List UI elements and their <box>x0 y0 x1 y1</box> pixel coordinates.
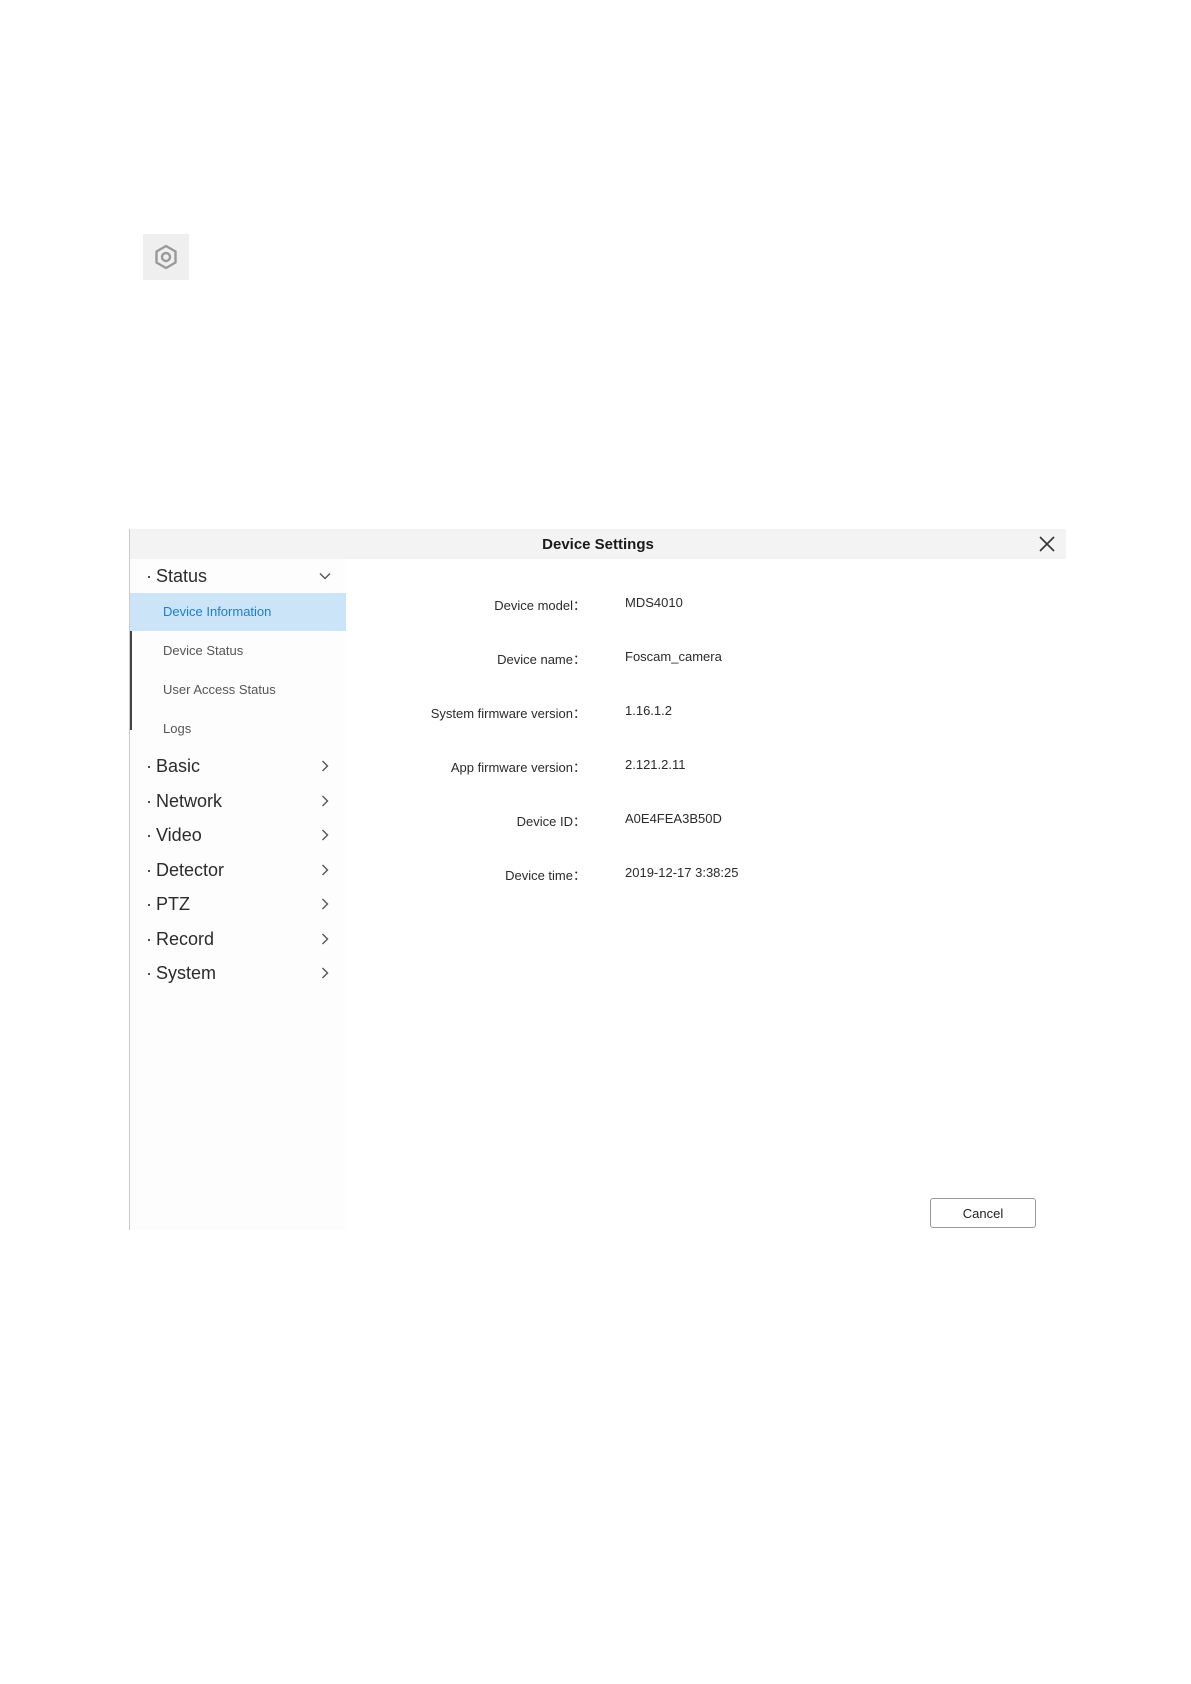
bullet: · <box>146 791 152 811</box>
sidebar-group-label: Video <box>156 825 202 845</box>
close-icon <box>1039 536 1055 552</box>
sidebar-group-network[interactable]: · Network <box>130 786 346 816</box>
bullet: · <box>146 566 152 586</box>
system-firmware-version-label: System firmware version： <box>430 706 586 721</box>
sidebar-item-label: User Access Status <box>163 682 276 697</box>
bullet: · <box>146 894 152 914</box>
sidebar-item-label: Logs <box>163 721 192 736</box>
bullet: · <box>146 963 152 983</box>
sidebar-group-record[interactable]: · Record <box>130 924 346 954</box>
sidebar-group-ptz[interactable]: · PTZ <box>130 889 346 919</box>
close-button[interactable] <box>1038 535 1056 553</box>
sidebar-group-label: Detector <box>156 860 225 880</box>
app-firmware-version-label: App firmware version： <box>450 760 586 775</box>
device-model-value: MDS4010 <box>625 595 683 610</box>
gear-icon <box>155 244 177 270</box>
sidebar-group-label: PTZ <box>156 894 190 914</box>
device-settings-dialog: Device Settings · Status Device Informat… <box>129 529 1066 1230</box>
chevron-right-icon <box>322 933 329 945</box>
sidebar-group-label: Basic <box>156 756 201 776</box>
settings-gear-button[interactable] <box>143 234 189 280</box>
chevron-right-icon <box>322 829 329 841</box>
sidebar-item-label: Device Information <box>163 604 272 619</box>
sidebar-group-system[interactable]: · System <box>130 958 346 988</box>
sidebar-group-basic[interactable]: · Basic <box>130 751 346 781</box>
system-firmware-version-value: 1.16.1.2 <box>625 703 672 718</box>
device-id-label: Device ID： <box>516 814 586 829</box>
chevron-right-icon <box>322 898 329 910</box>
app-firmware-version-value: 2.121.2.11 <box>625 757 686 772</box>
chevron-right-icon <box>322 795 329 807</box>
chevron-right-icon <box>322 967 329 979</box>
sidebar-group-label: System <box>156 963 217 983</box>
device-id-value: A0E4FEA3B50D <box>625 811 722 826</box>
device-time-label: Device time： <box>505 868 586 883</box>
settings-sidebar: · Status Device Information Device Statu… <box>130 559 346 1230</box>
chevron-down-icon <box>319 573 331 580</box>
sidebar-item-device-information[interactable]: Device Information <box>130 593 346 631</box>
bullet: · <box>146 860 152 880</box>
sidebar-group-status[interactable]: · Status <box>130 561 346 591</box>
sidebar-group-label: Network <box>156 791 223 811</box>
sidebar-item-user-access-status[interactable]: User Access Status <box>130 671 346 709</box>
cancel-button[interactable]: Cancel <box>930 1198 1036 1228</box>
device-name-label: Device name： <box>497 652 586 667</box>
device-name-value: Foscam_camera <box>625 649 722 664</box>
sidebar-item-label: Device Status <box>163 643 244 658</box>
chevron-right-icon <box>322 760 329 772</box>
sidebar-group-label: Status <box>156 566 208 586</box>
bullet: · <box>146 756 152 776</box>
dialog-titlebar: Device Settings <box>130 529 1066 559</box>
sidebar-group-label: Record <box>156 929 215 949</box>
bullet: · <box>146 825 152 845</box>
sidebar-group-detector[interactable]: · Detector <box>130 855 346 885</box>
device-time-value: 2019-12-17 3:38:25 <box>625 865 739 880</box>
chevron-right-icon <box>322 864 329 876</box>
bullet: · <box>146 929 152 949</box>
sidebar-item-logs[interactable]: Logs <box>130 710 346 748</box>
sidebar-item-device-status[interactable]: Device Status <box>130 632 346 670</box>
device-model-label: Device model： <box>494 598 586 613</box>
dialog-title: Device Settings <box>542 536 654 553</box>
sidebar-group-video[interactable]: · Video <box>130 820 346 850</box>
